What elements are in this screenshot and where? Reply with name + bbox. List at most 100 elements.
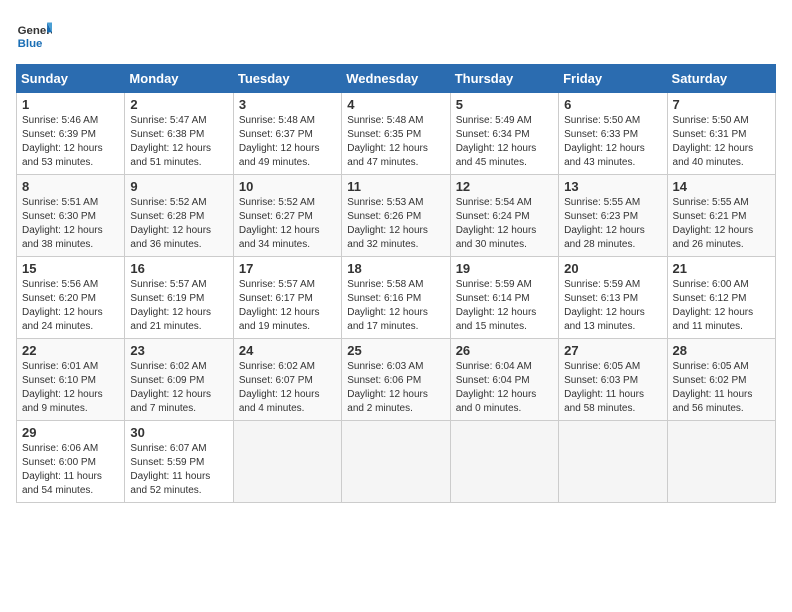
day-number: 18 [347, 261, 444, 276]
calendar-cell: 23Sunrise: 6:02 AM Sunset: 6:09 PM Dayli… [125, 339, 233, 421]
calendar-cell: 19 Sunrise: 5:59 AM Sunset: 6:14 PM Dayli… [450, 257, 558, 339]
day-number: 9 [130, 179, 227, 194]
day-info: Sunrise: 6:07 AM Sunset: 5:59 PM Dayligh… [130, 442, 227, 498]
calendar-cell: 6 Sunrise: 5:50 AM Sunset: 6:33 PM Daylig… [559, 93, 667, 175]
calendar-cell: 21 Sunrise: 6:00 AM Sunset: 6:12 PM Dayli… [667, 257, 775, 339]
weekday-header-tuesday: Tuesday [233, 65, 341, 93]
calendar-cell: 20 Sunrise: 5:59 AM Sunset: 6:13 PM Dayli… [559, 257, 667, 339]
day-info: Sunrise: 5:49 AM Sunset: 6:34 PM Dayligh… [456, 114, 553, 170]
day-info: Sunrise: 5:52 AM Sunset: 6:27 PM Dayligh… [239, 196, 336, 252]
day-info: Sunrise: 5:55 AM Sunset: 6:23 PM Dayligh… [564, 196, 661, 252]
calendar-cell: 30Sunrise: 6:07 AM Sunset: 5:59 PM Dayli… [125, 421, 233, 503]
day-number: 19 [456, 261, 553, 276]
day-number: 23 [130, 343, 227, 358]
day-info: Sunrise: 6:05 AM Sunset: 6:03 PM Dayligh… [564, 360, 661, 416]
day-number: 17 [239, 261, 336, 276]
calendar-cell [342, 421, 450, 503]
week-row-1: 1 Sunrise: 5:46 AM Sunset: 6:39 PM Daylig… [17, 93, 776, 175]
day-info: Sunrise: 6:06 AM Sunset: 6:00 PM Dayligh… [22, 442, 119, 498]
day-number: 1 [22, 97, 119, 112]
calendar-cell: 2 Sunrise: 5:47 AM Sunset: 6:38 PM Daylig… [125, 93, 233, 175]
calendar-cell [559, 421, 667, 503]
day-number: 13 [564, 179, 661, 194]
day-info: Sunrise: 5:59 AM Sunset: 6:14 PM Dayligh… [456, 278, 553, 334]
calendar-cell: 22 Sunrise: 6:01 AM Sunset: 6:10 PM Dayli… [17, 339, 125, 421]
day-info: Sunrise: 5:52 AM Sunset: 6:28 PM Dayligh… [130, 196, 227, 252]
calendar-cell: 1 Sunrise: 5:46 AM Sunset: 6:39 PM Daylig… [17, 93, 125, 175]
day-info: Sunrise: 5:55 AM Sunset: 6:21 PM Dayligh… [673, 196, 770, 252]
day-info: Sunrise: 5:47 AM Sunset: 6:38 PM Dayligh… [130, 114, 227, 170]
calendar-cell: 7 Sunrise: 5:50 AM Sunset: 6:31 PM Daylig… [667, 93, 775, 175]
day-number: 10 [239, 179, 336, 194]
day-info: Sunrise: 5:46 AM Sunset: 6:39 PM Dayligh… [22, 114, 119, 170]
weekday-header-monday: Monday [125, 65, 233, 93]
day-number: 15 [22, 261, 119, 276]
day-info: Sunrise: 6:02 AM Sunset: 6:07 PM Dayligh… [239, 360, 336, 416]
day-number: 21 [673, 261, 770, 276]
day-info: Sunrise: 5:54 AM Sunset: 6:24 PM Dayligh… [456, 196, 553, 252]
day-number: 27 [564, 343, 661, 358]
calendar-cell: 17 Sunrise: 5:57 AM Sunset: 6:17 PM Dayli… [233, 257, 341, 339]
day-info: Sunrise: 5:53 AM Sunset: 6:26 PM Dayligh… [347, 196, 444, 252]
calendar-cell: 15 Sunrise: 5:56 AM Sunset: 6:20 PM Dayli… [17, 257, 125, 339]
calendar-cell [233, 421, 341, 503]
day-number: 22 [22, 343, 119, 358]
day-info: Sunrise: 6:00 AM Sunset: 6:12 PM Dayligh… [673, 278, 770, 334]
weekday-header-friday: Friday [559, 65, 667, 93]
week-row-3: 15 Sunrise: 5:56 AM Sunset: 6:20 PM Dayli… [17, 257, 776, 339]
day-info: Sunrise: 6:04 AM Sunset: 6:04 PM Dayligh… [456, 360, 553, 416]
calendar-cell: 26Sunrise: 6:04 AM Sunset: 6:04 PM Dayli… [450, 339, 558, 421]
calendar-cell: 16 Sunrise: 5:57 AM Sunset: 6:19 PM Dayli… [125, 257, 233, 339]
day-info: Sunrise: 5:50 AM Sunset: 6:33 PM Dayligh… [564, 114, 661, 170]
calendar-cell: 28 Sunrise: 6:05 AM Sunset: 6:02 PM Dayli… [667, 339, 775, 421]
calendar-cell: 3 Sunrise: 5:48 AM Sunset: 6:37 PM Daylig… [233, 93, 341, 175]
calendar-cell: 4Sunrise: 5:48 AM Sunset: 6:35 PM Daylig… [342, 93, 450, 175]
day-number: 2 [130, 97, 227, 112]
calendar-cell: 8Sunrise: 5:51 AM Sunset: 6:30 PM Daylig… [17, 175, 125, 257]
calendar-cell: 29 Sunrise: 6:06 AM Sunset: 6:00 PM Dayli… [17, 421, 125, 503]
day-number: 24 [239, 343, 336, 358]
day-number: 6 [564, 97, 661, 112]
weekday-header-sunday: Sunday [17, 65, 125, 93]
calendar-cell [667, 421, 775, 503]
day-number: 14 [673, 179, 770, 194]
week-row-5: 29 Sunrise: 6:06 AM Sunset: 6:00 PM Dayli… [17, 421, 776, 503]
logo-icon: General Blue [16, 16, 52, 52]
calendar-cell: 27 Sunrise: 6:05 AM Sunset: 6:03 PM Dayli… [559, 339, 667, 421]
day-number: 29 [22, 425, 119, 440]
day-number: 11 [347, 179, 444, 194]
day-info: Sunrise: 5:56 AM Sunset: 6:20 PM Dayligh… [22, 278, 119, 334]
day-number: 3 [239, 97, 336, 112]
logo: General Blue [16, 16, 56, 52]
page-header: General Blue [16, 16, 776, 52]
calendar-cell: 12Sunrise: 5:54 AM Sunset: 6:24 PM Dayli… [450, 175, 558, 257]
weekday-header-saturday: Saturday [667, 65, 775, 93]
day-number: 7 [673, 97, 770, 112]
day-info: Sunrise: 5:57 AM Sunset: 6:19 PM Dayligh… [130, 278, 227, 334]
calendar-cell: 5 Sunrise: 5:49 AM Sunset: 6:34 PM Daylig… [450, 93, 558, 175]
day-info: Sunrise: 5:48 AM Sunset: 6:37 PM Dayligh… [239, 114, 336, 170]
calendar-table: SundayMondayTuesdayWednesdayThursdayFrid… [16, 64, 776, 503]
calendar-cell: 13 Sunrise: 5:55 AM Sunset: 6:23 PM Dayli… [559, 175, 667, 257]
svg-text:General: General [18, 25, 52, 37]
day-info: Sunrise: 5:57 AM Sunset: 6:17 PM Dayligh… [239, 278, 336, 334]
day-info: Sunrise: 6:05 AM Sunset: 6:02 PM Dayligh… [673, 360, 770, 416]
day-number: 16 [130, 261, 227, 276]
calendar-cell: 9 Sunrise: 5:52 AM Sunset: 6:28 PM Daylig… [125, 175, 233, 257]
calendar-cell: 24 Sunrise: 6:02 AM Sunset: 6:07 PM Dayli… [233, 339, 341, 421]
day-number: 5 [456, 97, 553, 112]
svg-text:Blue: Blue [18, 38, 43, 50]
day-info: Sunrise: 5:51 AM Sunset: 6:30 PM Dayligh… [22, 196, 119, 252]
day-number: 20 [564, 261, 661, 276]
calendar-cell: 25Sunrise: 6:03 AM Sunset: 6:06 PM Dayli… [342, 339, 450, 421]
week-row-4: 22 Sunrise: 6:01 AM Sunset: 6:10 PM Dayli… [17, 339, 776, 421]
day-info: Sunrise: 5:48 AM Sunset: 6:35 PM Dayligh… [347, 114, 444, 170]
day-info: Sunrise: 5:59 AM Sunset: 6:13 PM Dayligh… [564, 278, 661, 334]
day-info: Sunrise: 5:50 AM Sunset: 6:31 PM Dayligh… [673, 114, 770, 170]
day-number: 28 [673, 343, 770, 358]
weekday-header-thursday: Thursday [450, 65, 558, 93]
calendar-cell [450, 421, 558, 503]
day-info: Sunrise: 6:01 AM Sunset: 6:10 PM Dayligh… [22, 360, 119, 416]
week-row-2: 8Sunrise: 5:51 AM Sunset: 6:30 PM Daylig… [17, 175, 776, 257]
calendar-cell: 10 Sunrise: 5:52 AM Sunset: 6:27 PM Dayli… [233, 175, 341, 257]
